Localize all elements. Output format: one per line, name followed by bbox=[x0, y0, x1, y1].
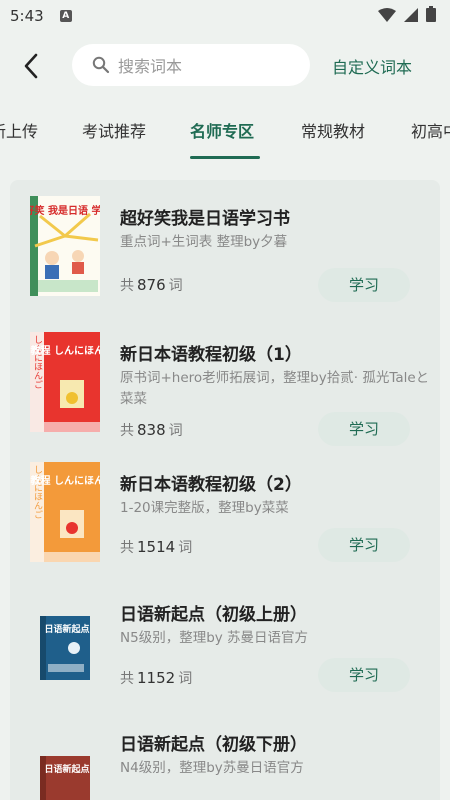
word-count: 共 1152 词 bbox=[120, 668, 192, 688]
study-button[interactable]: 学习 bbox=[318, 268, 410, 302]
count-prefix: 共 bbox=[120, 278, 134, 294]
word-count: 共 876 词 bbox=[120, 275, 183, 295]
category-tabs: 新上传 考试推荐 名师专区 常规教材 初高中 bbox=[0, 104, 450, 162]
study-button[interactable]: 学习 bbox=[318, 658, 410, 692]
book-cover: 日语新起点 bbox=[30, 592, 100, 692]
count-suffix: 词 bbox=[178, 671, 193, 687]
count-prefix: 共 bbox=[120, 423, 134, 439]
book-description: 1-20课完整版，整理by菜菜 bbox=[120, 500, 289, 516]
word-count-value: 876 bbox=[137, 276, 166, 294]
study-button[interactable]: 学习 bbox=[318, 528, 410, 562]
battery-icon bbox=[426, 6, 436, 26]
list-item[interactable]: しんにほんご 新日本语 教程 しんにほんご 初级 (2) 新日本语教程初级（2）… bbox=[10, 446, 440, 576]
book-description: 重点词+生词表 整理by夕暮 bbox=[120, 234, 288, 250]
status-time: 5:43 bbox=[10, 7, 44, 25]
book-cover: しんにほんご 新日本语 教程 しんにほんご 初级 (2) bbox=[30, 462, 100, 562]
book-title: 日语新起点（初级下册） bbox=[120, 735, 307, 755]
book-description: 原书词+hero老师拓展词，整理by拾贰· 孤光Taleと菜菜 bbox=[120, 370, 430, 407]
svg-text:しんにほんご: しんにほんご bbox=[32, 335, 43, 389]
tab-teacher-zone[interactable]: 名师专区 bbox=[190, 118, 254, 142]
word-count-value: 1514 bbox=[137, 538, 176, 556]
book-description: N4级别，整理by苏曼日语官方 bbox=[120, 760, 304, 776]
list-item[interactable]: しんにほんご 新日本语 教程 しんにほんご 初级 (1) 新日本语教程初级（1）… bbox=[10, 316, 440, 446]
tab-new-upload[interactable]: 新上传 bbox=[0, 118, 38, 142]
book-cover: しんにほんご 新日本语 教程 しんにほんご 初级 (1) bbox=[30, 332, 100, 432]
back-button[interactable] bbox=[16, 50, 46, 82]
count-suffix: 词 bbox=[168, 278, 183, 294]
notification-icon: A bbox=[59, 10, 72, 22]
cover-text: 新日本语 教程 しんにほんご 初级 (2) bbox=[30, 474, 100, 487]
cover-text: 新日本语 教程 しんにほんご 初级 (1) bbox=[30, 344, 100, 357]
list-item[interactable]: 日语新起点 日语新起点（初级上册） N5级别，整理by 苏曼日语官方 共 1152… bbox=[10, 576, 440, 706]
cover-text: 超好笑 我是日语 学习书 bbox=[30, 204, 100, 217]
search-icon bbox=[92, 56, 110, 74]
word-count-value: 838 bbox=[137, 421, 166, 439]
list-item[interactable]: 日语新起点 日语新起点（初级下册） N4级别，整理by苏曼日语官方 bbox=[10, 706, 440, 800]
wifi-icon bbox=[378, 7, 396, 26]
book-description: N5级别，整理by 苏曼日语官方 bbox=[120, 630, 309, 646]
count-prefix: 共 bbox=[120, 540, 134, 556]
back-arrow-icon bbox=[24, 53, 38, 79]
status-bar: 5:43 A bbox=[0, 0, 450, 32]
word-count: 共 1514 词 bbox=[120, 537, 192, 557]
status-icons bbox=[378, 6, 436, 26]
count-suffix: 词 bbox=[168, 423, 183, 439]
word-count-value: 1152 bbox=[137, 669, 176, 687]
cover-text: 日语新起点 bbox=[44, 763, 89, 775]
count-suffix: 词 bbox=[178, 540, 193, 556]
svg-text:しんにほんご: しんにほんご bbox=[32, 465, 43, 519]
book-cover: 日语新起点 bbox=[30, 722, 100, 800]
tab-junior-senior[interactable]: 初高中 bbox=[411, 118, 450, 142]
tab-exam-recommend[interactable]: 考试推荐 bbox=[82, 118, 146, 142]
custom-wordbook-button[interactable]: 自定义词本 bbox=[332, 54, 412, 78]
list-item[interactable]: 超好笑 我是日语 学习书 超好笑我是日语学习书 重点词+生词表 整理by夕暮 共… bbox=[10, 180, 440, 310]
wordbook-list: 超好笑 我是日语 学习书 超好笑我是日语学习书 重点词+生词表 整理by夕暮 共… bbox=[10, 180, 440, 800]
book-title: 日语新起点（初级上册） bbox=[120, 605, 307, 625]
word-count: 共 838 词 bbox=[120, 420, 183, 440]
book-cover: 超好笑 我是日语 学习书 bbox=[30, 196, 100, 296]
signal-icon bbox=[404, 7, 418, 26]
top-bar: 搜索词本 自定义词本 bbox=[0, 44, 450, 88]
book-title: 新日本语教程初级（1） bbox=[120, 345, 302, 365]
study-button[interactable]: 学习 bbox=[318, 412, 410, 446]
count-prefix: 共 bbox=[120, 671, 134, 687]
active-tab-indicator bbox=[190, 156, 260, 159]
search-placeholder: 搜索词本 bbox=[118, 57, 183, 76]
search-box[interactable]: 搜索词本 bbox=[72, 44, 310, 86]
cover-text: 日语新起点 bbox=[44, 623, 89, 635]
book-title: 超好笑我是日语学习书 bbox=[120, 209, 290, 229]
book-title: 新日本语教程初级（2） bbox=[120, 475, 302, 495]
tab-regular-textbook[interactable]: 常规教材 bbox=[301, 118, 365, 142]
